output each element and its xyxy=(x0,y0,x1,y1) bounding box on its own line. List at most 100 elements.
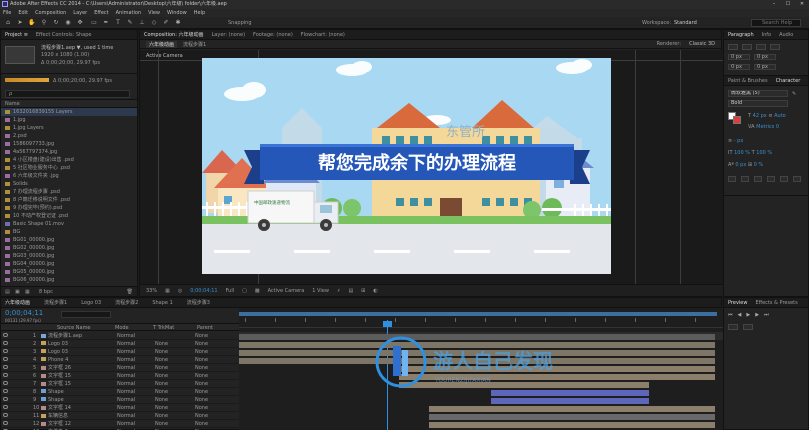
layer-mode-dropdown[interactable]: Normal xyxy=(115,357,153,363)
eyedropper-icon[interactable]: ✎ xyxy=(792,91,796,97)
layer-source-name[interactable]: 文字框 15 xyxy=(39,380,115,387)
rectangle-tool-icon[interactable]: ▭ xyxy=(90,19,98,27)
project-list-item[interactable]: BG01_00000.jpg xyxy=(1,236,137,244)
layer-mode-dropdown[interactable]: Normal xyxy=(115,341,153,347)
timeline-tab-flow3[interactable]: 流程步骤3 xyxy=(187,299,210,306)
layer-trkmat-dropdown[interactable]: None xyxy=(153,357,193,363)
layer-mode-dropdown[interactable]: Normal xyxy=(115,365,153,371)
layer-row[interactable]: 3 Logo 03 Normal None None xyxy=(1,348,239,356)
layer-switches[interactable] xyxy=(1,396,31,403)
new-folder-icon[interactable]: ▣ xyxy=(15,289,20,295)
tab-footage[interactable]: Footage: (none) xyxy=(253,32,293,38)
layer-trkmat-dropdown[interactable]: None xyxy=(153,373,193,379)
col-source-name[interactable]: Source Name xyxy=(57,325,91,331)
layer-row[interactable]: 7 文字框 15 Normal None None xyxy=(1,380,239,388)
layer-switches[interactable] xyxy=(1,372,31,379)
flowchart-icon[interactable]: ⊞ xyxy=(361,288,365,294)
tab-info[interactable]: Info xyxy=(762,32,771,38)
exposure-icon[interactable]: ◐ xyxy=(373,288,377,294)
project-list-item[interactable]: BG04_00000.jpg xyxy=(1,260,137,268)
layer-switches[interactable] xyxy=(1,404,31,411)
region-icon[interactable]: ▢ xyxy=(242,288,247,294)
timeline-toggle-icon[interactable]: ▤ xyxy=(348,288,353,294)
project-list-item[interactable]: 7 办理流程步骤 .psd xyxy=(1,188,137,196)
layer-trkmat-dropdown[interactable]: None xyxy=(153,349,193,355)
baseline-field[interactable]: 0 px xyxy=(735,162,746,168)
project-list-item[interactable]: 9 办理完毕(预约).psd xyxy=(1,204,137,212)
audio-button[interactable] xyxy=(743,324,753,330)
visibility-eye-icon[interactable] xyxy=(3,356,8,361)
last-frame-icon[interactable]: ⏭ xyxy=(764,312,769,318)
project-list-item[interactable]: 6 六年级文件夹 .jpg xyxy=(1,172,137,180)
col-mode[interactable]: Mode xyxy=(115,325,129,331)
visibility-eye-icon[interactable] xyxy=(3,404,8,409)
project-column-header[interactable]: Name xyxy=(1,100,137,108)
project-list-item[interactable]: 5 社区物业服务中心 .psd xyxy=(1,164,137,172)
justify-icon[interactable] xyxy=(770,44,780,50)
layer-mode-dropdown[interactable]: Normal xyxy=(115,333,153,339)
tab-preview[interactable]: Preview xyxy=(728,300,747,306)
hand-tool-icon[interactable]: ✋ xyxy=(28,19,36,27)
layer-trkmat-dropdown[interactable]: None xyxy=(153,405,193,411)
layer-parent-dropdown[interactable]: None xyxy=(193,405,233,411)
layer-parent-dropdown[interactable]: None xyxy=(193,397,233,403)
layer-trkmat-dropdown[interactable]: None xyxy=(153,421,193,427)
project-list-item[interactable]: BG05_00000.jpg xyxy=(1,268,137,276)
layer-bar[interactable] xyxy=(491,398,649,404)
grid-icon[interactable]: ▦ xyxy=(165,288,170,294)
stroke-color-swatch[interactable] xyxy=(733,116,741,124)
project-list-item[interactable]: 8 户籍迁移说明文件 .psd xyxy=(1,196,137,204)
layer-source-name[interactable]: Shape xyxy=(39,397,115,403)
layer-source-name[interactable]: 流程步骤1.aep xyxy=(39,332,115,339)
project-list-item[interactable]: Basic Shape 01.mov xyxy=(1,220,137,228)
time-ruler[interactable] xyxy=(239,318,723,328)
menu-animation[interactable]: Animation xyxy=(116,9,142,17)
tab-effects-presets[interactable]: Effects & Presets xyxy=(755,300,797,306)
layer-mode-dropdown[interactable]: Normal xyxy=(115,373,153,379)
layer-trkmat-dropdown[interactable]: None xyxy=(153,341,193,347)
snapping-label[interactable]: Snapping xyxy=(228,20,252,26)
subtab-flow-comp[interactable]: 流程步骤1 xyxy=(183,41,206,48)
timeline-tab-main[interactable]: 六年级动画 xyxy=(5,299,30,306)
trash-icon[interactable]: 🗑 xyxy=(127,289,133,295)
faux-bold-button[interactable] xyxy=(728,176,736,182)
camera-snapshot-icon[interactable]: ◎ xyxy=(178,288,182,294)
horizontal-scale-field[interactable]: 100 % xyxy=(756,150,772,156)
tab-audio[interactable]: Audio xyxy=(779,32,793,38)
timeline-tab-shape[interactable]: Shape 1 xyxy=(152,300,172,306)
layer-switches[interactable] xyxy=(1,420,31,427)
rotate-tool-icon[interactable]: ↻ xyxy=(52,19,60,27)
layer-trkmat-dropdown[interactable]: None xyxy=(153,413,193,419)
bpc-label[interactable]: 8 bpc xyxy=(39,289,53,295)
layer-switches[interactable] xyxy=(1,348,31,355)
transparency-grid-icon[interactable]: ▩ xyxy=(255,288,260,294)
type-tool-icon[interactable]: T xyxy=(114,19,122,27)
visibility-eye-icon[interactable] xyxy=(3,420,8,425)
project-list-item[interactable]: 1586097733.jpg xyxy=(1,140,137,148)
tab-paint[interactable]: Paint & Brushes xyxy=(728,78,768,84)
tab-layer[interactable]: Layer: (none) xyxy=(212,32,246,38)
layer-mode-dropdown[interactable]: Normal xyxy=(115,389,153,395)
tab-flowchart[interactable]: Flowchart: (none) xyxy=(301,32,345,38)
zoom-tool-icon[interactable]: ⚲ xyxy=(40,19,48,27)
indent-left-field[interactable]: 0 px xyxy=(728,54,750,60)
project-list-item[interactable]: BG06_00000.jpg xyxy=(1,276,137,284)
visibility-eye-icon[interactable] xyxy=(3,364,8,369)
play-icon[interactable]: ▶ xyxy=(746,312,750,318)
visibility-eye-icon[interactable] xyxy=(3,396,8,401)
home-tool-icon[interactable]: ⌂ xyxy=(4,19,12,27)
vertical-scale-field[interactable]: 100 % xyxy=(734,150,750,156)
layer-source-name[interactable]: 车辆信息 xyxy=(39,412,115,419)
tab-composition[interactable]: Composition: 六年级动画 xyxy=(144,31,204,38)
font-size-field[interactable]: 42 px xyxy=(753,113,767,119)
next-frame-icon[interactable]: ▶ xyxy=(755,312,759,318)
layer-trkmat-dropdown[interactable]: None xyxy=(153,365,193,371)
layer-row[interactable]: 1 流程步骤1.aep Normal None xyxy=(1,332,239,340)
tsume-field[interactable]: 0 % xyxy=(754,162,764,168)
menu-window[interactable]: Window xyxy=(167,9,187,17)
menu-layer[interactable]: Layer xyxy=(73,9,87,17)
layer-source-name[interactable]: 文字框 12 xyxy=(39,420,115,427)
kerning-field[interactable]: Metrics xyxy=(756,124,774,130)
new-composition-icon[interactable]: ▦ xyxy=(25,289,30,295)
comp-viewer[interactable]: Active Camera 东管所 中国邮政速递物流 帮您完成余下的办理流程 xyxy=(140,50,723,286)
